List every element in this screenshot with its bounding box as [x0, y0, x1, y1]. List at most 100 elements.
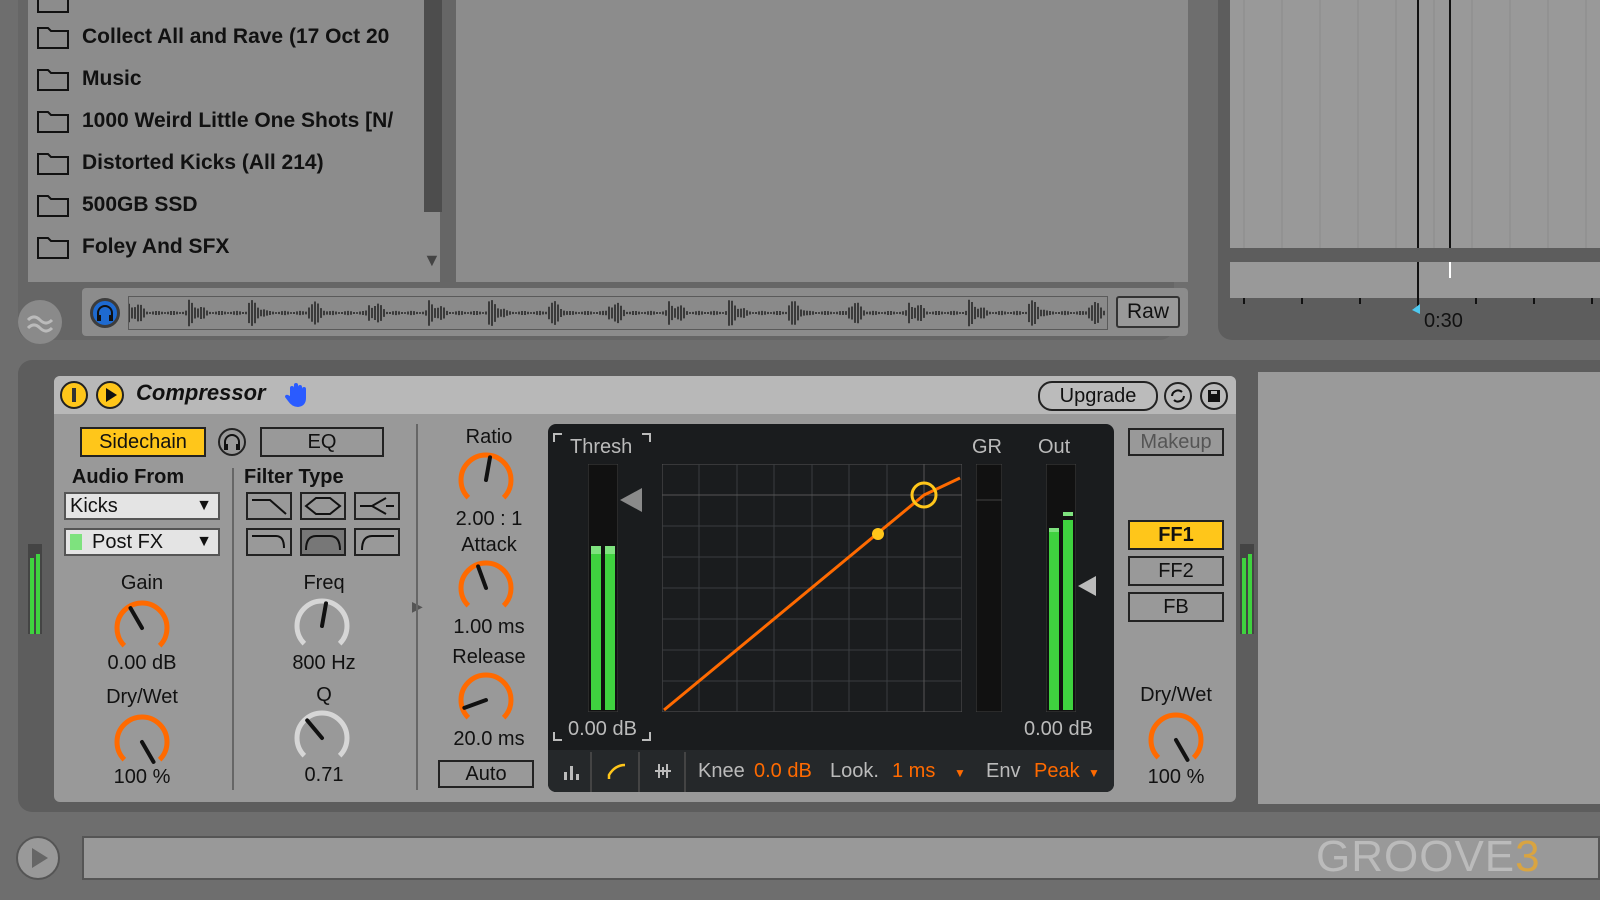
thresh-label: Thresh: [570, 436, 633, 458]
gain-knob[interactable]: [112, 598, 172, 658]
browser-scrollbar[interactable]: [424, 0, 442, 212]
folder-icon: [36, 66, 70, 92]
device-play-icon[interactable]: [96, 381, 124, 409]
gain-value: 0.00 dB: [107, 652, 177, 674]
scroll-down-icon[interactable]: ▼: [423, 250, 443, 270]
list-item[interactable]: Foley And SFX: [36, 232, 412, 262]
freq-value: 800 Hz: [292, 652, 356, 674]
filter-type-label: Filter Type: [244, 466, 344, 488]
section-divider: [416, 424, 418, 790]
logo-number: 3: [1515, 832, 1541, 881]
makeup-button[interactable]: Makeup: [1128, 428, 1224, 456]
lookahead-label: Look.: [830, 760, 879, 782]
q-label: Q: [316, 684, 332, 706]
list-item-label: 500GB SSD: [82, 193, 198, 216]
section-divider: [232, 468, 234, 790]
sc-drywet-knob[interactable]: [112, 712, 172, 772]
filter-bandpass-button[interactable]: [300, 492, 346, 520]
arrangement-grid[interactable]: [1230, 0, 1600, 248]
out-label: Out: [1038, 436, 1071, 458]
knee-value[interactable]: 0.0 dB: [754, 760, 812, 783]
collision-view-icon[interactable]: [652, 760, 674, 787]
device-chain-drop-area[interactable]: [1258, 372, 1600, 804]
gr-label: GR: [972, 436, 1002, 458]
out-meter: [1046, 464, 1076, 712]
tap-indicator-icon: [70, 534, 82, 550]
list-item[interactable]: Collect All and Rave (17 Oct 20: [36, 22, 412, 52]
output-slider-icon[interactable]: [1078, 576, 1096, 596]
out-value: 0.00 dB: [1024, 718, 1093, 740]
drywet-value: 100 %: [1147, 766, 1205, 788]
play-icon[interactable]: [16, 836, 60, 880]
envelope-value[interactable]: Peak: [1034, 760, 1080, 783]
preview-headphone-icon[interactable]: [90, 298, 120, 328]
freq-knob[interactable]: [292, 596, 352, 656]
output-level-meter: [1240, 544, 1254, 634]
filter-lowpass-button[interactable]: [246, 492, 292, 520]
list-item-label: Distorted Kicks (All 214): [82, 151, 324, 174]
activity-view-icon[interactable]: [562, 762, 582, 787]
ratio-label: Ratio: [465, 426, 513, 448]
chevron-down-icon: ▼: [196, 533, 212, 550]
auto-release-button[interactable]: Auto: [438, 760, 534, 788]
device-save-icon[interactable]: [1200, 382, 1228, 410]
chevron-down-icon[interactable]: ▼: [1088, 766, 1100, 780]
q-value: 0.71: [304, 764, 344, 786]
gain-label: Gain: [120, 572, 164, 594]
chevron-down-icon[interactable]: ▼: [954, 766, 966, 780]
list-item-label: Music: [82, 67, 142, 90]
fb-button[interactable]: FB: [1128, 592, 1224, 622]
device-name: Compressor: [136, 380, 266, 405]
list-item-label: Foley And SFX: [82, 235, 230, 258]
time-ruler[interactable]: [1230, 298, 1600, 338]
time-ruler-label: 0:30: [1424, 310, 1463, 332]
filter-highshelf-button[interactable]: [354, 528, 400, 556]
folder-icon: [36, 234, 70, 260]
list-item[interactable]: Music: [36, 64, 412, 94]
preview-waveform[interactable]: [128, 296, 1108, 330]
thresh-slider-icon[interactable]: [620, 488, 642, 512]
browser-content-area: [456, 0, 1188, 282]
list-item-partial[interactable]: [36, 0, 70, 16]
folder-icon: [36, 108, 70, 134]
ratio-knob[interactable]: [456, 450, 516, 510]
attack-knob[interactable]: [456, 558, 516, 618]
arrangement-track-strip[interactable]: [1230, 262, 1600, 298]
thresh-value: 0.00 dB: [568, 718, 637, 740]
ff2-button[interactable]: FF2: [1128, 556, 1224, 586]
attack-label: Attack: [461, 534, 517, 556]
raw-button[interactable]: Raw: [1116, 296, 1180, 328]
release-knob[interactable]: [456, 670, 516, 730]
device-sync-icon[interactable]: [1164, 382, 1192, 410]
q-knob[interactable]: [292, 708, 352, 768]
thresh-meter[interactable]: [588, 464, 618, 712]
knee-label: Knee: [698, 760, 745, 782]
ratio-value: 2.00 : 1: [455, 508, 523, 530]
drywet-label: Dry/Wet: [1140, 684, 1212, 706]
lookahead-value[interactable]: 1 ms: [892, 760, 935, 783]
browser-file-list: Collect All and Rave (17 Oct 20 Music 10…: [28, 0, 440, 282]
filter-lowshelf-button[interactable]: [246, 528, 292, 556]
list-item[interactable]: Distorted Kicks (All 214): [36, 148, 412, 178]
sidechain-eq-toggle[interactable]: EQ: [260, 427, 384, 457]
hand-icon[interactable]: [284, 380, 310, 413]
list-item[interactable]: 1000 Weird Little One Shots [N/: [36, 106, 412, 136]
device-power-icon[interactable]: [60, 381, 88, 409]
attack-value: 1.00 ms: [453, 616, 525, 638]
sidechain-listen-icon[interactable]: [218, 428, 246, 456]
sidechain-toggle[interactable]: Sidechain: [80, 427, 206, 457]
transfer-curve-graph[interactable]: [662, 464, 962, 712]
hotswap-icon[interactable]: [18, 300, 62, 344]
release-label: Release: [452, 646, 526, 668]
list-item[interactable]: 500GB SSD: [36, 190, 412, 220]
curve-view-icon[interactable]: [606, 760, 628, 787]
filter-notch-button[interactable]: [354, 492, 400, 520]
groove3-logo: GROOVE3: [1316, 832, 1541, 882]
upgrade-button[interactable]: Upgrade: [1038, 381, 1158, 411]
drywet-knob[interactable]: [1146, 710, 1206, 770]
audio-tap-select[interactable]: Post FX ▼: [64, 528, 220, 556]
ff1-button[interactable]: FF1: [1128, 520, 1224, 550]
audio-from-select[interactable]: Kicks ▼: [64, 492, 220, 520]
list-item-label: Collect All and Rave (17 Oct 20: [82, 25, 390, 48]
filter-peak-button[interactable]: [300, 528, 346, 556]
